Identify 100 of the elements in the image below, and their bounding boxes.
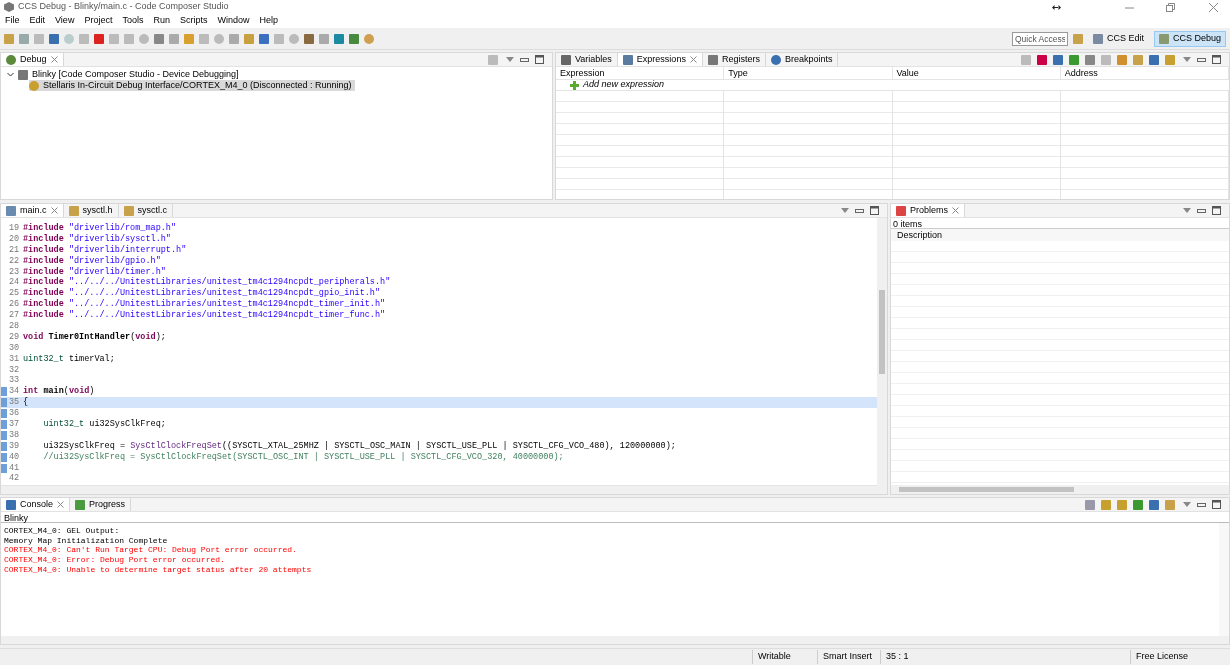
resize-icon[interactable] <box>1052 4 1061 10</box>
menu-item[interactable]: Project <box>84 14 113 28</box>
toolbar-icon[interactable] <box>184 33 194 44</box>
vertical-scrollbar[interactable] <box>1219 523 1229 636</box>
menu-item[interactable]: Scripts <box>179 14 208 28</box>
view-tab[interactable]: main.c <box>1 204 64 217</box>
menu-item[interactable]: Tools <box>122 14 144 28</box>
minimize-icon[interactable] <box>1197 502 1206 507</box>
toolbar-icon[interactable] <box>94 33 104 44</box>
view-menu-icon[interactable] <box>1183 56 1191 63</box>
tree-item[interactable]: Stellaris In-Circuit Debug Interface/CORTEX_M4_0 (Disconnected : Running) <box>29 80 356 91</box>
menu-item[interactable]: Window <box>217 14 250 28</box>
close-tab-icon[interactable] <box>689 56 697 63</box>
console-name: Blinky <box>1 512 1229 523</box>
toolbar-icon[interactable] <box>304 33 314 44</box>
console-toolbar-icon[interactable] <box>1133 499 1143 510</box>
console-toolbar-icon[interactable] <box>1165 499 1175 510</box>
toolbar-icon[interactable] <box>169 33 179 44</box>
toolbar-icon[interactable] <box>259 33 269 44</box>
console-toolbar-icon[interactable] <box>1149 499 1159 510</box>
perspective-button[interactable]: CCS Edit <box>1087 30 1149 47</box>
toolbar-icon[interactable] <box>319 33 329 44</box>
view-menu-icon[interactable] <box>1183 207 1191 214</box>
view-toolbar-icon[interactable] <box>1133 54 1143 65</box>
status-field: Free License <box>1130 650 1202 664</box>
toolbar-icon[interactable] <box>4 33 14 44</box>
view-tab[interactable]: Console <box>1 498 71 511</box>
column-header[interactable]: Type <box>724 67 893 79</box>
menu-item[interactable]: Run <box>153 14 170 28</box>
column-header[interactable]: Value <box>892 67 1061 79</box>
view-toolbar-icon[interactable] <box>1037 54 1047 65</box>
column-header[interactable]: Address <box>1060 67 1229 79</box>
toolbar-icon[interactable] <box>49 33 59 44</box>
view-tab[interactable]: sysctl.h <box>63 204 119 217</box>
toolbar-icon[interactable] <box>334 33 344 44</box>
maximize-icon[interactable] <box>535 55 544 64</box>
toolbar-icon[interactable] <box>154 33 164 44</box>
close-tab-icon[interactable] <box>50 207 58 214</box>
view-tab[interactable]: Breakpoints <box>765 53 839 66</box>
view-icon[interactable] <box>561 54 571 65</box>
view-tab[interactable]: Variables <box>556 53 618 66</box>
menu-item[interactable]: View <box>55 14 75 28</box>
maximize-icon[interactable] <box>1212 55 1221 64</box>
minimize-icon[interactable] <box>855 208 864 213</box>
quick-access-field[interactable]: Quick Access <box>1011 31 1068 46</box>
close-tab-icon[interactable] <box>57 501 65 508</box>
close-tab-icon[interactable] <box>50 56 58 63</box>
view-icon[interactable] <box>770 54 781 65</box>
close-tab-icon[interactable] <box>952 207 959 214</box>
line-number: 39 <box>9 440 21 452</box>
console-toolbar-icon[interactable] <box>1085 499 1095 510</box>
column-header[interactable]: Expression <box>556 67 725 79</box>
view-toolbar-icon[interactable] <box>1117 54 1127 65</box>
vertical-scrollbar[interactable] <box>877 218 887 494</box>
view-tab[interactable]: sysctl.c <box>118 204 174 217</box>
view-menu-icon[interactable] <box>1183 501 1191 508</box>
tree-item[interactable]: Blinky [Code Composer Studio - Device Debugging] <box>7 69 550 80</box>
horizontal-scrollbar[interactable] <box>1 636 1229 644</box>
add-expression-row[interactable]: Add new expression <box>583 78 665 92</box>
toolbar-icon[interactable] <box>244 33 254 44</box>
line-number: 26 <box>9 299 21 311</box>
view-toolbar-icon[interactable] <box>1149 54 1159 65</box>
menu-item[interactable]: File <box>5 14 20 28</box>
view-toolbar-icon[interactable] <box>1069 54 1079 65</box>
console-toolbar-icon[interactable] <box>1117 499 1127 510</box>
maximize-icon[interactable] <box>1212 500 1221 509</box>
column-header[interactable]: Description <box>891 229 1229 241</box>
minimize-icon[interactable] <box>520 57 529 62</box>
view-menu-icon[interactable] <box>841 207 849 214</box>
line-number: 41 <box>9 462 21 474</box>
restore-window-icon[interactable] <box>1166 2 1175 12</box>
view-toolbar-icon[interactable] <box>1053 54 1063 65</box>
view-tab[interactable]: Problems <box>891 204 965 217</box>
view-tab[interactable]: Expressions <box>617 53 703 66</box>
view-icon[interactable] <box>707 54 718 65</box>
view-toolbar-icon[interactable] <box>1085 54 1095 65</box>
view-toolbar-icon[interactable] <box>1165 54 1175 65</box>
toolbar-icon[interactable] <box>364 33 374 44</box>
horizontal-scrollbar[interactable] <box>891 485 1229 494</box>
view-tab[interactable]: Debug <box>1 53 64 66</box>
minimize-icon[interactable] <box>1197 208 1206 213</box>
menu-item[interactable]: Edit <box>29 14 46 28</box>
toolbar-icon[interactable] <box>349 33 359 44</box>
console-toolbar-icon[interactable] <box>1101 499 1111 510</box>
minimize-icon[interactable] <box>1197 57 1206 62</box>
line-number: 37 <box>9 419 21 430</box>
expand-chevron-icon[interactable] <box>7 71 14 78</box>
maximize-icon[interactable] <box>870 206 879 215</box>
view-menu-icon[interactable] <box>506 56 514 63</box>
horizontal-scrollbar[interactable] <box>1 485 877 494</box>
toolbar-icon[interactable] <box>19 33 29 44</box>
view-tab[interactable]: Registers <box>702 53 766 66</box>
toolbar-icon[interactable] <box>229 33 239 44</box>
maximize-icon[interactable] <box>1212 206 1221 215</box>
view-icon[interactable] <box>622 54 633 65</box>
menu-item[interactable]: Help <box>259 14 278 28</box>
perspective-button[interactable]: CCS Debug <box>1153 30 1226 47</box>
view-tab[interactable]: Progress <box>70 498 132 511</box>
app-icon <box>4 2 14 12</box>
close-window-icon[interactable] <box>1209 2 1218 12</box>
